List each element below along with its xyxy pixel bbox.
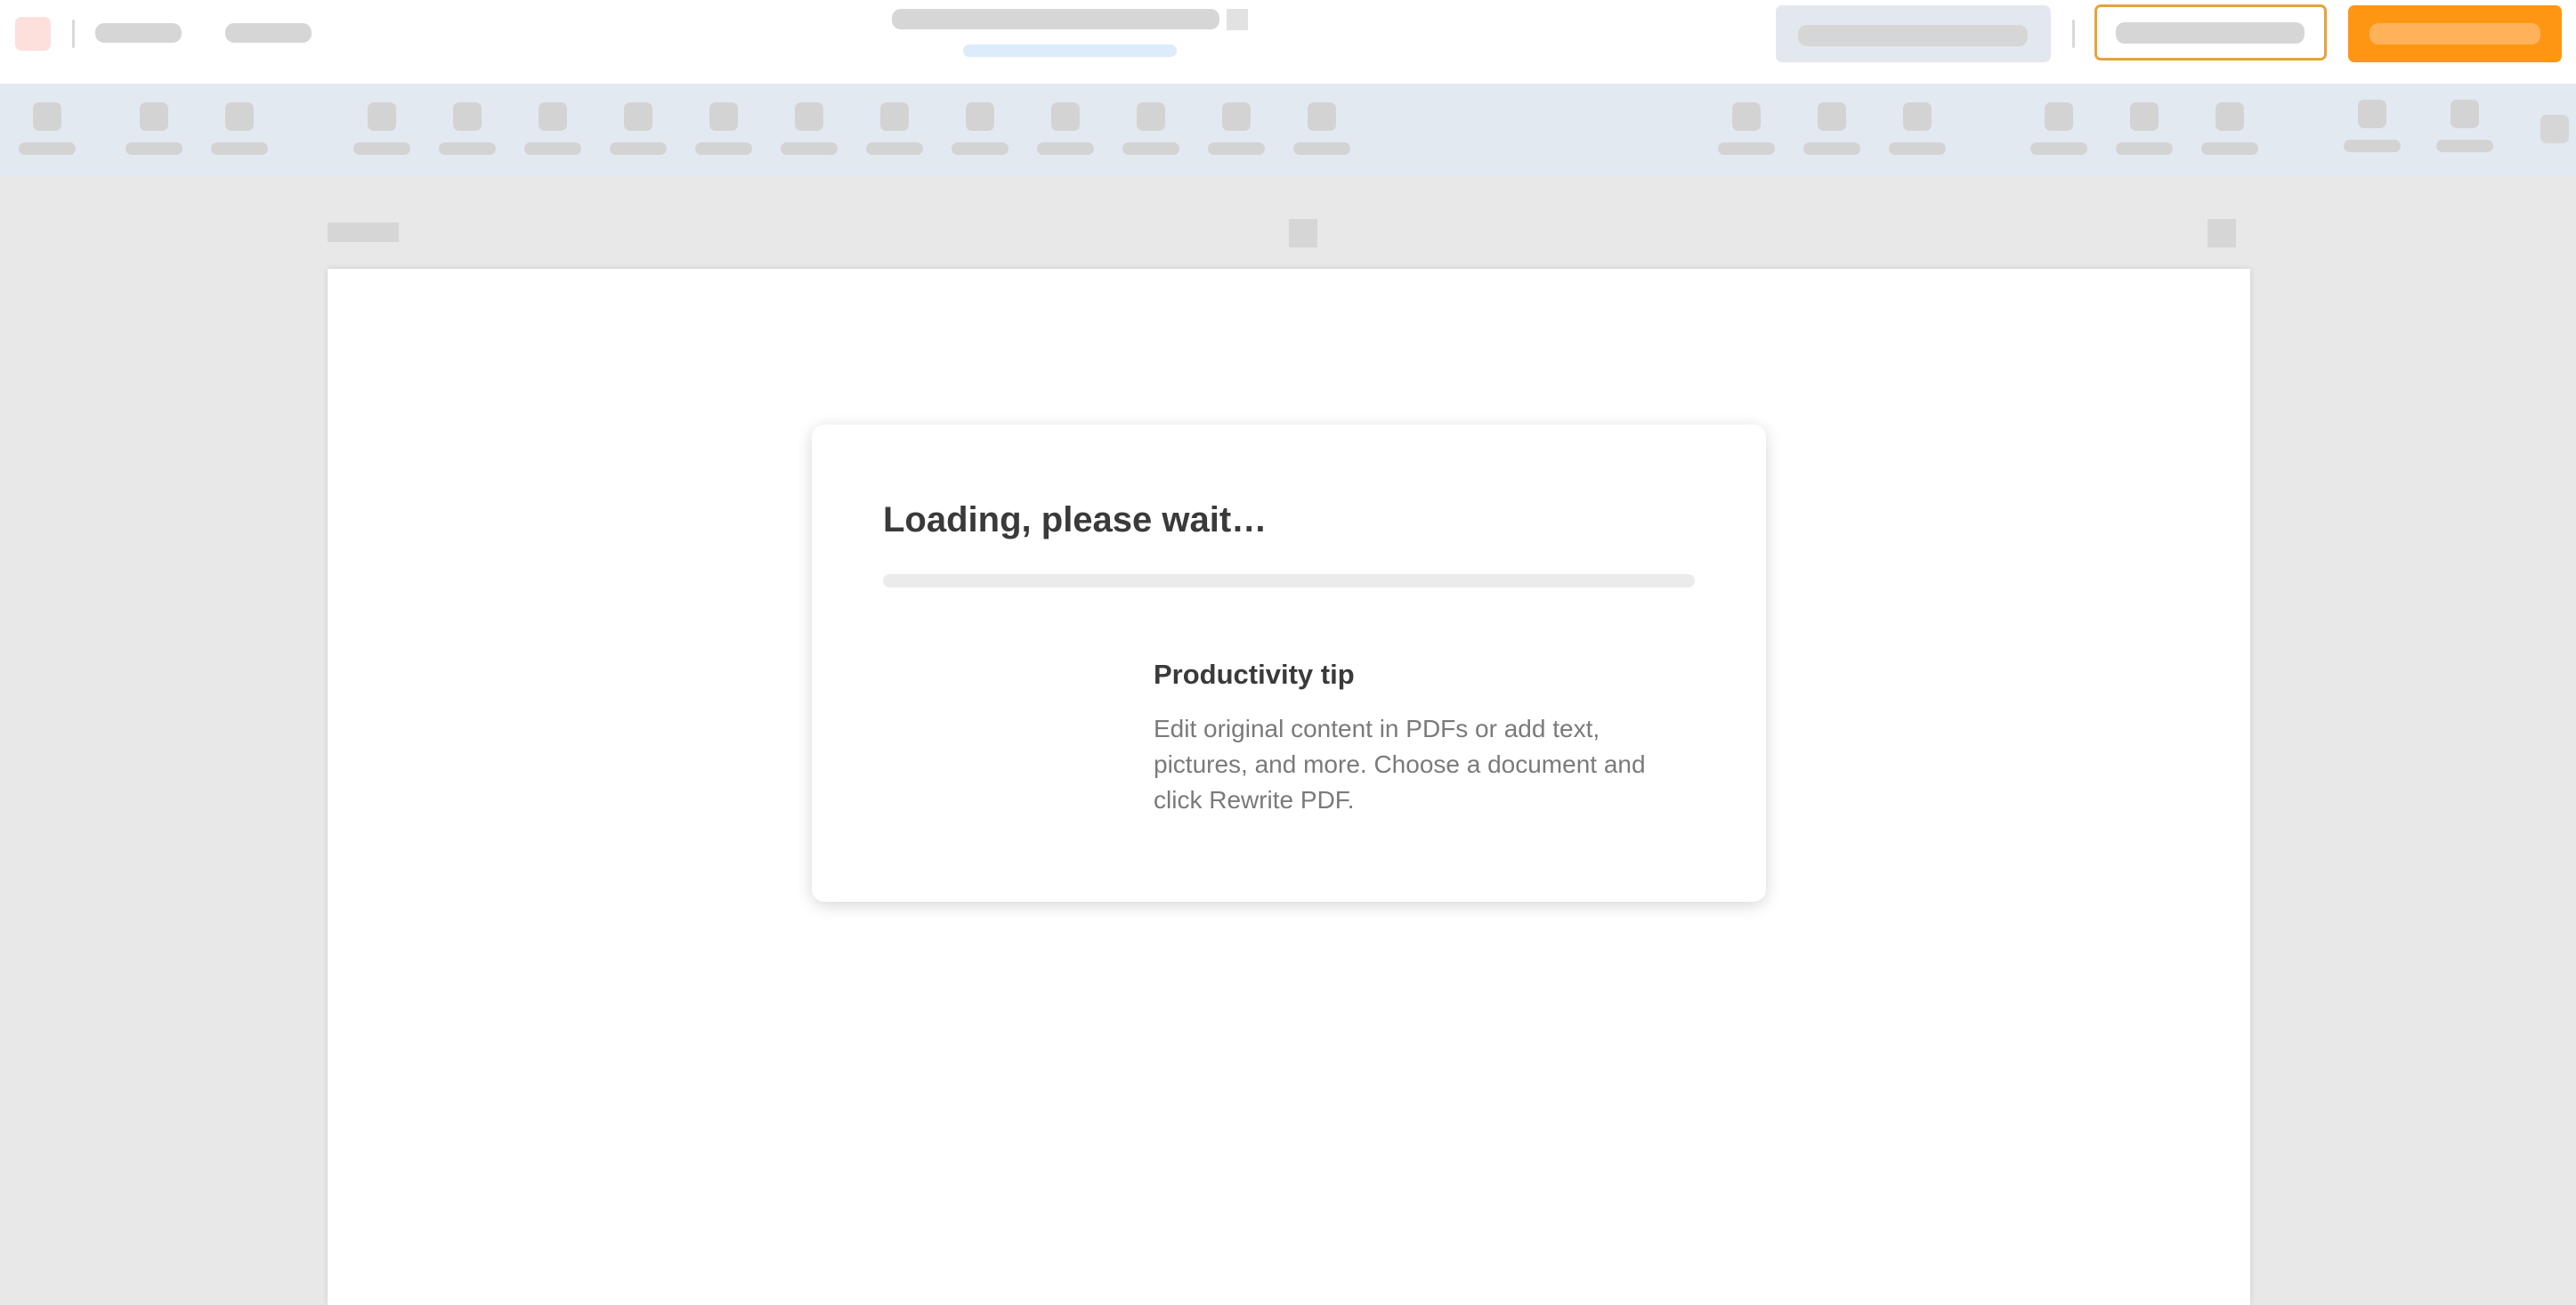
tool-placeholder <box>2201 102 2258 156</box>
outline-button-placeholder <box>2094 4 2327 61</box>
tool-placeholder <box>952 102 1009 156</box>
menu-item-placeholder <box>225 23 312 43</box>
tool-icon-placeholder <box>2450 100 2479 128</box>
app-logo-placeholder <box>15 17 51 51</box>
tool-icon-placeholder <box>1051 102 1080 131</box>
tool-placeholder <box>1208 102 1265 156</box>
tool-placeholder <box>2436 100 2493 153</box>
tool-icon-placeholder <box>33 102 61 131</box>
tip-heading: Productivity tip <box>1154 659 1355 690</box>
tool-placeholder <box>1718 102 1775 156</box>
tool-placeholder <box>439 102 496 156</box>
loading-progress-bar <box>883 574 1695 588</box>
menu-item-placeholder <box>95 23 182 43</box>
tool-icon-placeholder <box>795 102 823 131</box>
tool-placeholder <box>2116 102 2173 156</box>
tool-icon-placeholder <box>1222 102 1251 131</box>
tool-placeholder <box>524 102 581 156</box>
tool-icon-placeholder <box>624 102 652 131</box>
tool-icon-placeholder <box>1818 102 1846 131</box>
tool-icon-placeholder <box>539 102 567 131</box>
tool-placeholder <box>866 102 923 156</box>
tip-text: Edit original content in PDFs or add tex… <box>1154 715 1646 814</box>
tool-icon-placeholder <box>1308 102 1336 131</box>
header-divider <box>72 20 75 48</box>
tool-icon-placeholder <box>966 102 994 131</box>
tool-placeholder <box>781 102 838 156</box>
tool-placeholder <box>1037 102 1094 156</box>
loading-title: Loading, please wait… <box>883 500 1268 539</box>
tool-icon-placeholder <box>368 102 396 131</box>
tool-icon-placeholder <box>709 102 738 131</box>
app-header <box>0 0 2576 84</box>
tool-icon-placeholder <box>2358 100 2386 128</box>
tool-placeholder <box>1122 102 1179 156</box>
tool-icon-placeholder <box>2216 102 2244 131</box>
tool-placeholder <box>353 102 410 156</box>
tool-icon-placeholder <box>2045 102 2073 131</box>
tool-placeholder <box>211 102 268 156</box>
page-number-placeholder <box>328 223 399 242</box>
tool-placeholder <box>2344 100 2401 153</box>
tool-placeholder <box>1293 102 1350 156</box>
header-button-placeholder <box>1776 5 2051 62</box>
tool-icon-placeholder <box>453 102 482 131</box>
tool-icon-placeholder <box>880 102 909 131</box>
page-control-placeholder <box>1289 219 1317 247</box>
tool-placeholder <box>2030 102 2087 156</box>
page-control-placeholder <box>2207 219 2236 247</box>
save-status-placeholder <box>963 45 1177 57</box>
tool-placeholder <box>19 102 76 156</box>
header-divider <box>2072 20 2075 48</box>
tool-icon-placeholder <box>2130 102 2159 131</box>
loading-dialog: Loading, please wait… Productivity tip E… <box>812 425 1766 902</box>
tool-placeholder <box>1803 102 1860 156</box>
tool-placeholder <box>1889 102 1946 156</box>
tool-icon-placeholder <box>1732 102 1761 131</box>
tool-icon-placeholder <box>140 102 168 131</box>
primary-button-placeholder <box>2348 5 2562 62</box>
tool-icon-placeholder <box>1903 102 1932 131</box>
tool-icon-placeholder <box>225 102 254 131</box>
tool-placeholder <box>695 102 752 156</box>
toolbar-more-placeholder <box>2540 115 2569 143</box>
document-title-placeholder <box>892 9 1219 29</box>
title-dropdown-placeholder <box>1227 9 1248 30</box>
tool-icon-placeholder <box>1137 102 1165 131</box>
tool-placeholder <box>126 102 182 156</box>
toolbar-skeleton <box>0 84 2576 176</box>
tool-placeholder <box>610 102 667 156</box>
